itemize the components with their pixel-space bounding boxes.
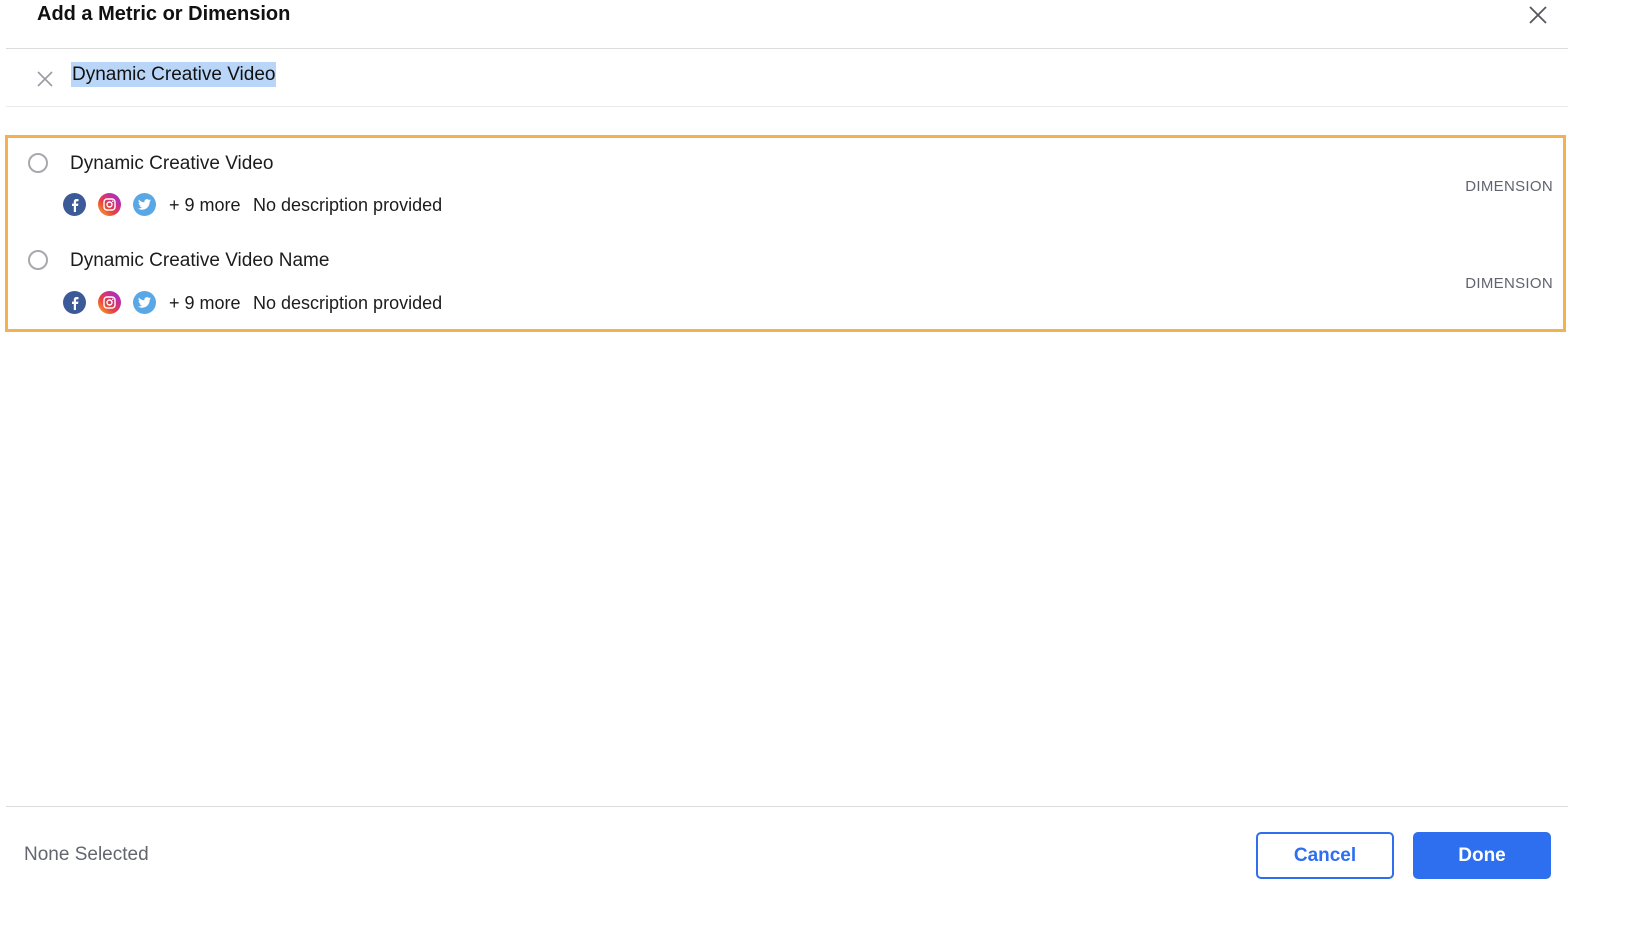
twitter-icon [133,193,156,216]
close-icon[interactable] [1526,3,1550,27]
more-channels: + 9 more [169,293,241,313]
clear-search-icon[interactable] [35,69,55,89]
footer-divider [6,806,1568,807]
result-name: Dynamic Creative Video Name [70,250,330,271]
instagram-icon [98,193,121,216]
search-input[interactable]: Dynamic Creative Video [70,62,277,92]
search-input-value: Dynamic Creative Video [71,62,277,87]
twitter-icon [133,291,156,314]
result-description: No description provided [253,195,443,215]
result-description: No description provided [253,293,443,313]
selection-status: None Selected [24,844,149,865]
header-divider [6,48,1568,49]
dialog-title: Add a Metric or Dimension [37,3,291,25]
more-channels: + 9 more [169,195,241,215]
search-divider [6,106,1568,107]
instagram-icon [98,291,121,314]
facebook-icon [63,291,86,314]
done-button[interactable]: Done [1413,832,1551,879]
results-list: Dynamic Creative Video + 9 more No descr… [5,135,1566,332]
radio-button[interactable] [28,250,48,270]
cancel-button[interactable]: Cancel [1256,832,1394,879]
radio-button[interactable] [28,153,48,173]
result-name: Dynamic Creative Video [70,153,274,174]
result-type: DIMENSION [1465,178,1553,195]
result-type: DIMENSION [1465,275,1553,292]
facebook-icon [63,193,86,216]
list-item[interactable]: Dynamic Creative Video + 9 more No descr… [8,138,1563,234]
list-item[interactable]: Dynamic Creative Video Name + 9 more No … [8,236,1563,332]
